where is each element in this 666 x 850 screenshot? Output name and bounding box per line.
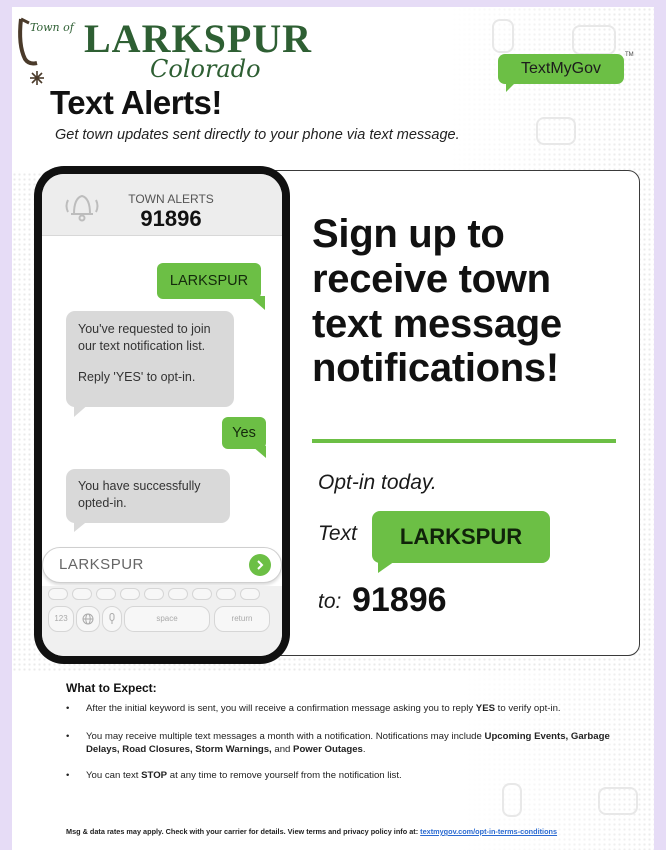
keyboard-key[interactable] (216, 588, 236, 600)
phone-screen: TOWN ALERTS 91896 LARKSPUR You've reques… (42, 174, 282, 656)
microphone-key[interactable] (102, 606, 122, 632)
shortcode-number: 91896 (352, 581, 447, 619)
keyboard-key[interactable] (120, 588, 140, 600)
textmygov-logo: TextMyGov TM (498, 52, 634, 92)
message-input[interactable]: LARKSPUR (42, 547, 282, 583)
message-text: Yes (232, 425, 256, 441)
divider (312, 439, 616, 443)
signup-headline: Sign up to receive town text message not… (312, 212, 562, 391)
message-text: You have successfully opted-in. (78, 479, 201, 510)
logo-state: Colorado (150, 55, 261, 83)
optin-text: Opt-in today. (318, 471, 437, 494)
chevron-right-icon (257, 560, 264, 570)
page-subtitle: Get town updates sent directly to your p… (55, 127, 460, 143)
message-bubble-sent: Yes (222, 417, 266, 458)
message-text: You've requested to join our text notifi… (78, 322, 211, 353)
text-label: Text (318, 522, 357, 545)
expect-heading: What to Expect: (66, 681, 157, 695)
chat-bubble-decoration-icon (598, 787, 638, 815)
message-text: Reply 'YES' to opt-in. (78, 369, 196, 384)
microphone-icon (109, 613, 115, 624)
phone-outline-decoration-icon (492, 19, 514, 53)
footer-disclaimer: Msg & data rates may apply. Check with y… (66, 827, 558, 836)
keyboard-key[interactable] (96, 588, 116, 600)
chat-bubble-decoration-icon (536, 117, 576, 145)
message-bubble-sent: LARKSPUR (157, 263, 265, 310)
alerts-label: TOWN ALERTS (128, 192, 214, 206)
keyboard-key[interactable] (240, 588, 260, 600)
keyboard-key[interactable] (168, 588, 188, 600)
terms-link[interactable]: textmygov.com/opt-in-terms-conditions (420, 827, 557, 836)
message-bubble-received: You have successfully opted-in. (66, 469, 230, 532)
phone-illustration: TOWN ALERTS 91896 LARKSPUR You've reques… (34, 166, 290, 664)
globe-key[interactable] (76, 606, 100, 632)
keyboard: 123 space return (42, 586, 282, 656)
bell-icon (65, 194, 99, 222)
to-label: to: (318, 590, 342, 613)
page-title: Text Alerts! (50, 84, 222, 121)
keyboard-key[interactable] (144, 588, 164, 600)
logo-town-prefix: Town of (30, 21, 74, 34)
space-key[interactable]: space (124, 606, 210, 632)
chat-bubble-decoration-icon (572, 25, 616, 55)
return-key[interactable]: return (214, 606, 270, 632)
phone-outline-decoration-icon (502, 783, 522, 817)
numbers-key[interactable]: 123 (48, 606, 74, 632)
keyword-bubble: LARKSPUR (372, 511, 550, 563)
message-input-value: LARKSPUR (59, 556, 144, 573)
phone-header: TOWN ALERTS 91896 (42, 174, 282, 236)
town-logo: Town of LARKSPUR Colorado (10, 5, 330, 90)
keyboard-key[interactable] (72, 588, 92, 600)
logo-town-name: LARKSPUR (84, 16, 313, 61)
message-text: LARKSPUR (169, 273, 249, 289)
keyboard-key[interactable] (48, 588, 68, 600)
message-bubble-received: You've requested to join our text notifi… (66, 311, 234, 417)
alerts-shortcode: 91896 (140, 206, 202, 231)
keyboard-key[interactable] (192, 588, 212, 600)
globe-icon (82, 613, 94, 625)
send-button[interactable] (249, 554, 271, 576)
trademark-mark: TM (625, 52, 634, 58)
